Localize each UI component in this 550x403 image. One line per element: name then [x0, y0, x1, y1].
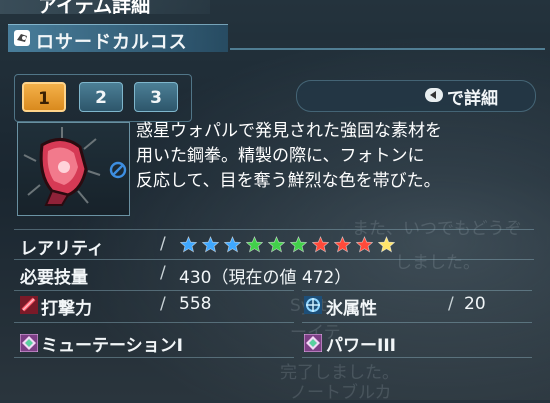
divider: [14, 229, 534, 230]
separator: /: [160, 294, 166, 314]
separator: /: [160, 234, 166, 254]
description-line: 反応して、目を奪う鮮烈な色を帯びた。: [136, 171, 441, 191]
ability-slot-2: パワーIII: [326, 336, 396, 356]
rarity-star-icon: [334, 236, 351, 253]
tab-1[interactable]: 1: [22, 82, 66, 112]
tab-3[interactable]: 3: [134, 82, 178, 112]
special-ability-icon: [20, 334, 38, 352]
divider: [302, 290, 532, 291]
background-text: しました。: [395, 253, 480, 273]
window-title-bar: アイテム詳細: [0, 0, 210, 14]
required-skill-value: 430（現在の値 472）: [179, 268, 352, 288]
rarity-label: レアリティ: [20, 239, 104, 259]
description-line: 惑星ウォパルで発見された強固な素材を: [136, 121, 442, 141]
item-description: 惑星ウォパルで発見された強固な素材を 用いた鋼拳。精製の際に、フォトンに 反応し…: [136, 119, 536, 194]
rarity-star-icon: [268, 236, 285, 253]
ice-element-value: 20: [464, 294, 486, 314]
ability-slot-1: ミューテーションI: [41, 336, 183, 356]
divider: [14, 357, 294, 358]
separator: /: [448, 294, 454, 314]
divider: [302, 322, 532, 323]
rarity-star-icon: [202, 236, 219, 253]
tab-2[interactable]: 2: [79, 82, 123, 112]
untradeable-icon: [109, 161, 127, 179]
strike-power-value: 558: [179, 294, 212, 314]
rarity-star-icon: [290, 236, 307, 253]
special-ability-icon: [304, 334, 322, 352]
item-name-underline: [230, 48, 545, 50]
knuckle-weapon-icon: [14, 30, 30, 46]
background-text: ノートブルカ: [290, 383, 392, 403]
strike-power-label: 打撃力: [41, 299, 92, 319]
rarity-star-icon: [378, 236, 395, 253]
item-name: ロサードカルコス: [36, 32, 188, 53]
detail-hint-box[interactable]: [296, 80, 536, 112]
rarity-star-icon: [356, 236, 373, 253]
ice-element-icon: [304, 296, 322, 314]
description-line: 用いた鋼拳。精製の際に、フォトンに: [136, 146, 425, 166]
separator: /: [160, 263, 166, 283]
rarity-star-icon: [180, 236, 197, 253]
divider: [14, 259, 534, 260]
detail-hint-label: で詳細: [447, 89, 498, 109]
window-title: アイテム詳細: [38, 0, 151, 14]
ice-element-label: 氷属性: [326, 299, 377, 319]
rarity-star-icon: [224, 236, 241, 253]
knuckle-item-icon: [23, 127, 101, 206]
strike-power-icon: [20, 296, 38, 314]
rarity-star-icon: [246, 236, 263, 253]
divider: [14, 290, 294, 291]
divider: [14, 322, 294, 323]
divider: [302, 357, 532, 358]
required-skill-label: 必要技量: [20, 268, 88, 288]
rarity-star-icon: [312, 236, 329, 253]
controller-button-icon: [425, 88, 443, 102]
